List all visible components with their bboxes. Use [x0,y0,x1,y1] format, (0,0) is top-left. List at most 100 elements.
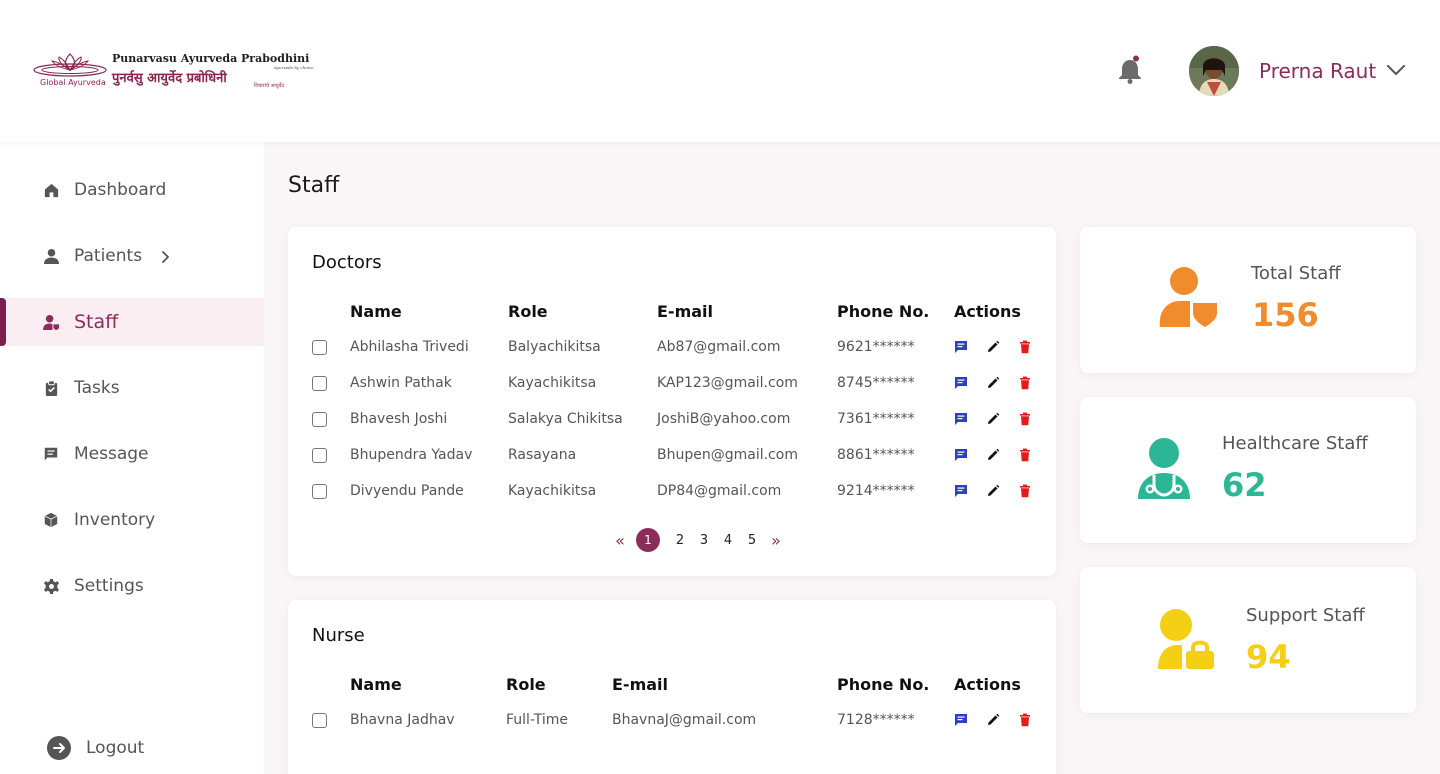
edit-pencil-icon[interactable] [986,412,1000,426]
edit-pencil-icon[interactable] [986,376,1000,390]
table-row[interactable]: Abhilasha Trivedi Balyachikitsa Ab87@gmail… [312,329,1044,365]
cell-role: Full-Time [506,712,568,728]
logout-icon [46,735,72,761]
table-row[interactable]: Ashwin Pathak Kayachikitsa KAP123@gmail.co… [312,365,1044,401]
column-header: Name [350,674,402,694]
sidebar-item-inventory[interactable]: Inventory [0,496,264,544]
page-button-current[interactable]: 1 [636,528,660,552]
row-checkbox[interactable] [312,339,327,355]
sidebar-item-message[interactable]: Message [0,430,264,478]
stat-value: 62 [1222,466,1267,504]
row-actions [954,376,1044,390]
edit-pencil-icon[interactable] [986,448,1000,462]
page-button[interactable]: 3 [692,533,716,548]
cell-email: Bhupen@gmail.com [657,447,798,463]
table-row[interactable]: Bhavesh Joshi Salakya Chikitsa JoshiB@yaho… [312,401,1044,437]
pagination-next-button[interactable]: » [764,531,788,550]
sidebar-item-label: Settings [74,576,144,596]
message-icon[interactable] [954,340,968,354]
row-checkbox[interactable] [312,411,327,427]
brand-logo[interactable]: Global Ayurveda Punarvasu Ayurveda Prabo… [32,50,314,92]
message-icon[interactable] [954,412,968,426]
edit-pencil-icon[interactable] [986,340,1000,354]
message-icon[interactable] [954,448,968,462]
user-lock-icon [1158,609,1214,669]
staff-shield-icon [1159,267,1217,327]
column-header: Actions [954,301,1021,321]
row-checkbox[interactable] [312,712,327,728]
logout-label: Logout [86,738,145,758]
cell-email: DP84@gmail.com [657,483,782,499]
sidebar-item-label: Tasks [74,378,120,398]
sidebar-item-tasks[interactable]: Tasks [0,364,264,412]
brand-caption: Global Ayurveda [40,78,106,87]
column-header: Name [350,301,402,321]
nurse-table: Name Role E-mail Phone No. Actions Bhavn… [312,666,1044,738]
cell-role: Balyachikitsa [508,339,601,355]
delete-trash-icon[interactable] [1018,448,1032,462]
pagination-prev-button[interactable]: « [608,531,632,550]
sidebar-item-label: Dashboard [74,180,167,200]
sidebar-item-settings[interactable]: Settings [0,562,264,610]
doctors-table: Name Role E-mail Phone No. Actions Abhil… [312,293,1044,509]
main-content: Staff Doctors Name Role E-mail Phone No.… [264,142,1440,774]
doctors-card: Doctors Name Role E-mail Phone No. Actio… [288,227,1056,576]
user-icon [42,247,60,265]
table-row[interactable]: Divyendu Pande Kayachikitsa DP84@gmail.com… [312,473,1044,509]
nurse-card: Nurse Name Role E-mail Phone No. Actions… [288,600,1056,774]
chevron-down-icon[interactable] [1386,62,1406,76]
page-title: Staff [288,173,340,198]
stat-label: Support Staff [1246,605,1365,626]
stat-value: 94 [1246,638,1291,676]
pagination: « 1 2 3 4 5 » [608,528,788,552]
column-header: Phone No. [837,674,930,694]
row-checkbox[interactable] [312,447,327,463]
support-staff-card[interactable]: Support Staff 94 [1080,567,1416,713]
message-icon[interactable] [954,713,968,727]
sidebar-item-label: Staff [74,311,119,333]
user-avatar[interactable] [1189,46,1239,96]
message-icon[interactable] [954,376,968,390]
page-button[interactable]: 4 [716,533,740,548]
healthcare-staff-card[interactable]: Healthcare Staff 62 [1080,397,1416,543]
table-header-row: Name Role E-mail Phone No. Actions [312,293,1044,329]
cell-phone: 9621****** [837,339,915,355]
cell-email: JoshiB@yahoo.com [657,411,791,427]
edit-pencil-icon[interactable] [986,713,1000,727]
logout-button[interactable]: Logout [0,724,264,772]
delete-trash-icon[interactable] [1018,412,1032,426]
notification-bell-icon[interactable] [1117,55,1143,85]
page-button[interactable]: 5 [740,533,764,548]
cell-name: Ashwin Pathak [350,375,452,391]
column-header: Actions [954,674,1021,694]
table-row[interactable]: Bhavna Jadhav Full-Time BhavnaJ@gmail.com 7… [312,702,1044,738]
row-checkbox[interactable] [312,483,327,499]
row-actions [954,713,1044,727]
page-button[interactable]: 2 [668,533,692,548]
row-checkbox[interactable] [312,375,327,391]
edit-pencil-icon[interactable] [986,484,1000,498]
message-icon[interactable] [954,484,968,498]
delete-trash-icon[interactable] [1018,713,1032,727]
cell-role: Rasayana [508,447,577,463]
row-actions [954,448,1044,462]
delete-trash-icon[interactable] [1018,340,1032,354]
delete-trash-icon[interactable] [1018,376,1032,390]
delete-trash-icon[interactable] [1018,484,1032,498]
cell-phone: 7128****** [837,712,915,728]
cell-phone: 9214****** [837,483,915,499]
box-icon [42,511,60,529]
cell-phone: 8861****** [837,447,915,463]
user-name[interactable]: Prerna Raut [1259,59,1376,83]
cell-email: Ab87@gmail.com [657,339,781,355]
sidebar-item-dashboard[interactable]: Dashboard [0,166,264,214]
cell-email: KAP123@gmail.com [657,375,798,391]
sidebar-item-patients[interactable]: Patients [0,232,264,280]
column-header: Role [508,301,548,321]
sidebar-item-staff[interactable]: Staff [0,298,264,346]
doctor-stethoscope-icon [1138,438,1190,499]
column-header: E-mail [657,301,714,321]
clipboard-icon [42,379,60,397]
table-row[interactable]: Bhupendra Yadav Rasayana Bhupen@gmail.com 8… [312,437,1044,473]
total-staff-card[interactable]: Total Staff 156 [1080,227,1416,373]
